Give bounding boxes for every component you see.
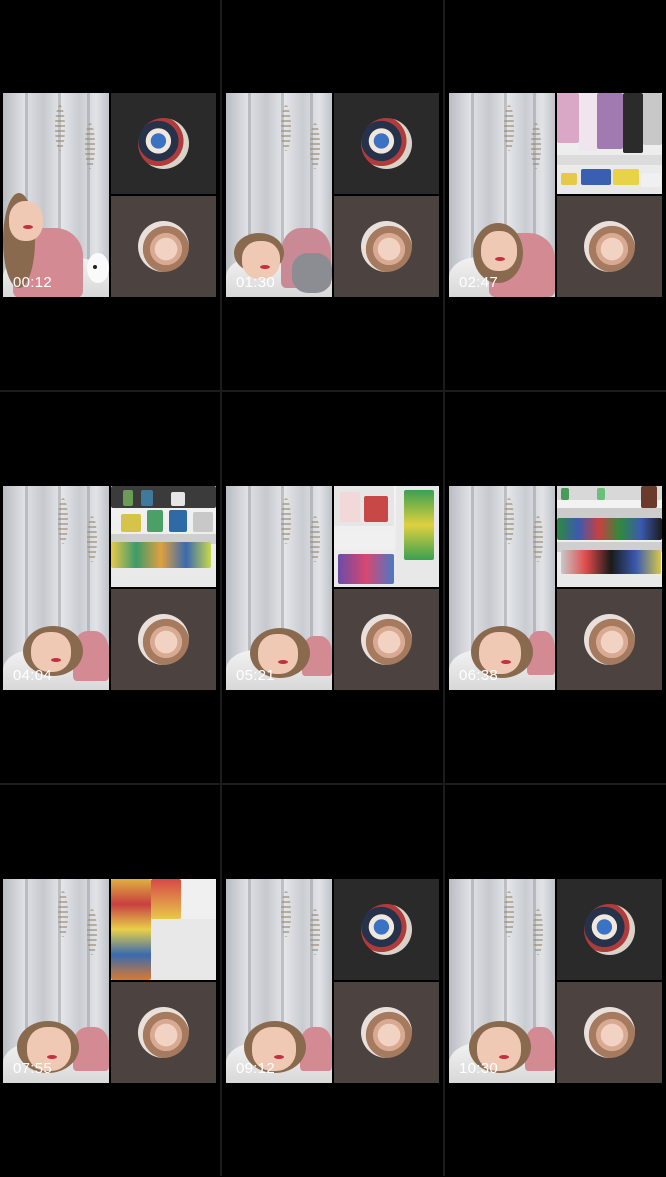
participant-tile[interactable]: [111, 93, 216, 194]
participant-tile[interactable]: [557, 196, 662, 297]
participant-avatar-group: [584, 904, 635, 955]
thumbnail-cell[interactable]: 06:38: [446, 393, 666, 784]
thumbnail-cell[interactable]: 04:04: [0, 393, 220, 784]
participant-tile[interactable]: [334, 93, 439, 194]
thumbnail-cell[interactable]: 00:12: [0, 0, 220, 391]
main-video-frame: [3, 879, 109, 1083]
participant-avatar-selfie: [361, 614, 412, 665]
participant-avatar-selfie: [584, 1007, 635, 1058]
participant-tile-camera[interactable]: [557, 486, 662, 587]
participant-tile[interactable]: [557, 982, 662, 1083]
thumbnail-cell[interactable]: 02:47: [446, 0, 666, 391]
grid-divider: [0, 783, 666, 785]
participant-tile[interactable]: [111, 196, 216, 297]
participant-tile-camera[interactable]: [334, 486, 439, 587]
main-video-frame: [226, 486, 332, 690]
participant-avatar-selfie: [138, 1007, 189, 1058]
participant-tile[interactable]: [111, 982, 216, 1083]
participant-tile[interactable]: [334, 982, 439, 1083]
thumbnail-cell[interactable]: 09:12: [223, 786, 443, 1177]
thumbnail-cell[interactable]: 07:55: [0, 786, 220, 1177]
timestamp: 10:30: [459, 1060, 499, 1077]
main-video-frame: [449, 879, 555, 1083]
participant-avatar-selfie: [584, 614, 635, 665]
timestamp: 09:12: [236, 1060, 276, 1077]
participant-avatar-group: [361, 904, 412, 955]
thumbnail-cell[interactable]: 05:21: [223, 393, 443, 784]
participant-avatar-selfie: [361, 1007, 412, 1058]
grid-divider: [443, 0, 445, 1176]
timestamp: 05:21: [236, 667, 276, 684]
participant-tile[interactable]: [334, 879, 439, 980]
participant-avatar-selfie: [361, 221, 412, 272]
thumbnail-grid: 00:12 01:30 02:47 04:04 05:21 06:38 07:5…: [0, 0, 666, 1177]
timestamp: 07:55: [13, 1060, 53, 1077]
timestamp: 01:30: [236, 274, 276, 291]
participant-tile[interactable]: [334, 589, 439, 690]
participant-tile-camera[interactable]: [111, 879, 216, 980]
participant-tile[interactable]: [557, 879, 662, 980]
participant-avatar-selfie: [138, 221, 189, 272]
participant-tile[interactable]: [111, 589, 216, 690]
main-video-frame: [449, 93, 555, 297]
participant-avatar-selfie: [138, 614, 189, 665]
main-video-frame: [3, 93, 109, 297]
grid-divider: [0, 390, 666, 392]
main-video-frame: [226, 879, 332, 1083]
participant-tile[interactable]: [334, 196, 439, 297]
participant-avatar-selfie: [584, 221, 635, 272]
grid-divider: [220, 0, 222, 1176]
participant-avatar-group: [361, 118, 412, 169]
participant-tile-camera[interactable]: [557, 93, 662, 194]
thumbnail-cell[interactable]: 01:30: [223, 0, 443, 391]
thumbnail-cell[interactable]: 10:30: [446, 786, 666, 1177]
main-video-frame: [3, 486, 109, 690]
timestamp: 06:38: [459, 667, 499, 684]
participant-tile-camera[interactable]: [111, 486, 216, 587]
timestamp: 00:12: [13, 274, 53, 291]
main-video-frame: [449, 486, 555, 690]
timestamp: 02:47: [459, 274, 499, 291]
timestamp: 04:04: [13, 667, 53, 684]
participant-tile[interactable]: [557, 589, 662, 690]
participant-avatar-group: [138, 118, 189, 169]
main-video-frame: [226, 93, 332, 297]
